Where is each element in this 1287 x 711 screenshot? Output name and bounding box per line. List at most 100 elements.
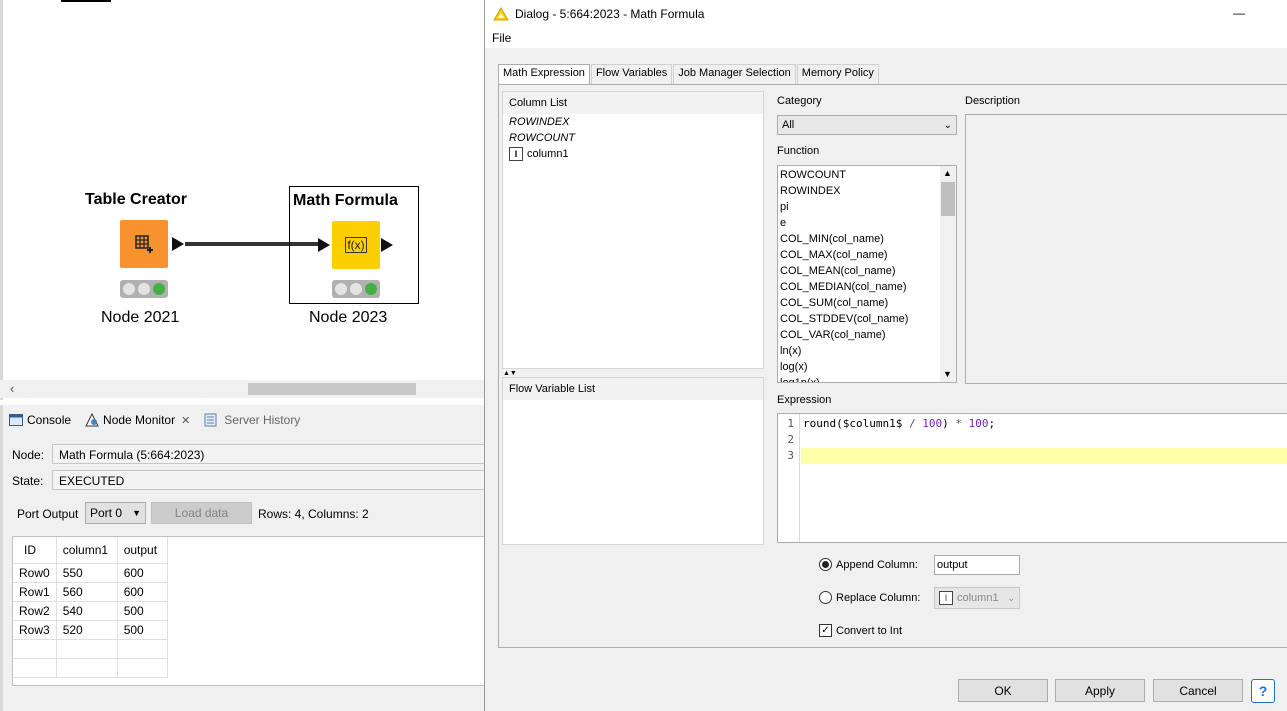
function-item[interactable]: e xyxy=(778,215,941,231)
output-port-icon[interactable] xyxy=(381,238,393,252)
function-item[interactable]: ROWINDEX xyxy=(778,183,941,199)
table-row[interactable]: Row3 520 500 xyxy=(13,620,168,640)
state-field: EXECUTED xyxy=(52,470,488,490)
tab-flow-variables[interactable]: Flow Variables xyxy=(590,64,673,84)
replace-column-select[interactable]: Icolumn1 ⌄ xyxy=(934,587,1020,609)
tab-node-monitor[interactable]: Node Monitor ✕ xyxy=(85,413,190,427)
scrollbar-thumb[interactable] xyxy=(248,383,416,395)
apply-button[interactable]: Apply xyxy=(1055,679,1145,702)
scroll-down-icon[interactable]: ▼ xyxy=(943,369,952,379)
line-number: 3 xyxy=(787,449,794,462)
node-label[interactable]: Node 2023 xyxy=(309,309,387,327)
chevron-down-icon: ⌄ xyxy=(1007,592,1015,603)
table-row[interactable]: Row1 560 600 xyxy=(13,582,168,602)
table-header-row: ID column1 output xyxy=(13,537,168,564)
column-item-rowindex[interactable]: ROWINDEX xyxy=(503,114,763,130)
output-table-view[interactable]: ID column1 output Row0 550 600 Row1 560 600 … xyxy=(12,536,488,686)
math-formula-dialog: Dialog - 5:664:2023 - Math Formula — Fil… xyxy=(484,0,1287,711)
close-tab-icon[interactable]: ✕ xyxy=(181,414,190,427)
append-column-input[interactable]: output xyxy=(934,555,1020,575)
flow-variable-list[interactable]: Flow Variable List xyxy=(502,377,764,545)
function-list[interactable]: ROWCOUNT ROWINDEX pi e COL_MIN(col_name)… xyxy=(777,165,957,383)
tab-memory-policy[interactable]: Memory Policy xyxy=(796,64,879,84)
table-cell: Row2 xyxy=(13,601,57,621)
append-column-option[interactable]: Append Column: xyxy=(819,558,918,571)
category-select[interactable]: All ⌄ xyxy=(777,115,957,135)
column-header[interactable]: output xyxy=(117,537,168,564)
scrollbar-thumb[interactable] xyxy=(941,182,955,216)
ok-button[interactable]: OK xyxy=(958,679,1048,702)
node-table-creator[interactable]: Table Creator Node 2021 xyxy=(63,188,223,328)
output-port-icon[interactable] xyxy=(172,237,184,251)
table-row[interactable]: Row2 540 500 xyxy=(13,601,168,621)
function-item[interactable]: COL_MAX(col_name) xyxy=(778,247,941,263)
description-box xyxy=(965,114,1287,384)
workflow-canvas[interactable]: Table Creator Node 2021 Math Formula f(x… xyxy=(0,0,484,400)
function-item[interactable]: COL_VAR(col_name) xyxy=(778,327,941,343)
current-line-highlight xyxy=(801,448,1287,464)
table-cell: 540 xyxy=(56,601,118,621)
help-icon[interactable]: ? xyxy=(1251,679,1275,703)
status-traffic-light xyxy=(332,280,380,298)
table-row-empty xyxy=(13,658,168,678)
function-item[interactable]: ROWCOUNT xyxy=(778,167,941,183)
append-column-radio[interactable] xyxy=(819,558,832,571)
table-creator-icon[interactable] xyxy=(120,220,168,268)
function-item[interactable]: ln(x) xyxy=(778,343,941,359)
menu-file[interactable]: File xyxy=(492,31,511,45)
function-item[interactable]: COL_STDDEV(col_name) xyxy=(778,311,941,327)
scroll-up-icon[interactable]: ▲ xyxy=(943,168,952,178)
tab-job-manager-selection[interactable]: Job Manager Selection xyxy=(673,64,796,84)
node-math-formula[interactable]: Math Formula f(x) xyxy=(289,186,419,304)
function-item[interactable]: COL_MEDIAN(col_name) xyxy=(778,279,941,295)
table-cell: Row1 xyxy=(13,582,57,602)
function-item[interactable]: COL_MIN(col_name) xyxy=(778,231,941,247)
dialog-titlebar[interactable]: Dialog - 5:664:2023 - Math Formula — xyxy=(485,0,1287,28)
line-number: 1 xyxy=(787,417,794,430)
column-header[interactable]: column1 xyxy=(56,537,118,564)
table-row-empty xyxy=(13,639,168,659)
split-handle-icon[interactable]: ▲▼ xyxy=(503,370,517,377)
input-port-icon[interactable] xyxy=(318,238,330,252)
column-header[interactable]: ID xyxy=(13,537,57,564)
port-select[interactable]: Port 0 ▼ xyxy=(85,502,146,524)
column-list-header: Column List xyxy=(503,92,763,114)
convert-to-int-label: Convert to Int xyxy=(836,624,903,637)
tab-math-expression[interactable]: Math Expression xyxy=(498,64,590,84)
load-data-button[interactable]: Load data xyxy=(151,502,252,524)
function-label: Function xyxy=(777,145,820,157)
function-item[interactable]: log1p(x) xyxy=(778,375,941,382)
convert-to-int-checkbox[interactable]: ✓ xyxy=(819,624,832,637)
expression-editor[interactable]: 1 2 3 round($column1$ / 100) * 100; xyxy=(777,413,1287,543)
function-item[interactable]: COL_MEAN(col_name) xyxy=(778,263,941,279)
column-item-rowcount[interactable]: ROWCOUNT xyxy=(503,130,763,146)
replace-column-option[interactable]: Replace Column: xyxy=(819,591,920,604)
math-formula-icon[interactable]: f(x) xyxy=(332,221,380,269)
dialog-menubar: File xyxy=(485,28,1287,48)
table-cell: 600 xyxy=(117,582,168,602)
tab-server-history[interactable]: Server History xyxy=(204,413,300,427)
expression-code[interactable]: round($column1$ / 100) * 100; xyxy=(803,416,995,432)
table-row[interactable]: Row0 550 600 xyxy=(13,563,168,583)
minimize-icon[interactable]: — xyxy=(1233,6,1245,20)
cancel-button[interactable]: Cancel xyxy=(1153,679,1243,702)
replace-column-label: Replace Column: xyxy=(836,591,921,604)
canvas-horizontal-scrollbar[interactable]: ‹ xyxy=(0,380,484,398)
table-cell: 500 xyxy=(117,620,168,640)
convert-to-int-option[interactable]: ✓ Convert to Int xyxy=(819,624,902,637)
table-cell: 520 xyxy=(56,620,118,640)
tab-console[interactable]: Console xyxy=(9,413,71,427)
column-item-column1[interactable]: I column1 xyxy=(503,146,763,162)
code-token: ; xyxy=(988,417,996,430)
function-list-scrollbar[interactable]: ▲ ▼ xyxy=(940,166,956,382)
node-label[interactable]: Node 2021 xyxy=(101,309,179,327)
column-list[interactable]: Column List ROWINDEX ROWCOUNT I column1 xyxy=(502,91,764,369)
scroll-left-arrow-icon[interactable]: ‹ xyxy=(10,381,14,396)
function-item[interactable]: COL_SUM(col_name) xyxy=(778,295,941,311)
flow-variable-list-header: Flow Variable List xyxy=(503,378,763,400)
function-item[interactable]: log(x) xyxy=(778,359,941,375)
function-item[interactable]: pi xyxy=(778,199,941,215)
node-title: Math Formula xyxy=(293,192,398,209)
chevron-down-icon: ⌄ xyxy=(943,119,952,131)
replace-column-radio[interactable] xyxy=(819,591,832,604)
